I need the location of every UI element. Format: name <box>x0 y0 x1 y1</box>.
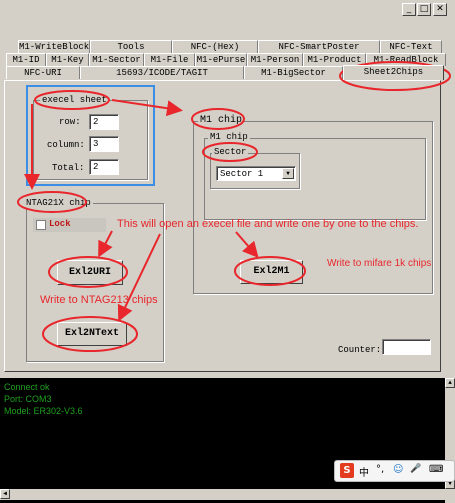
emoji-icon[interactable]: ☺ <box>393 464 403 475</box>
ellipse-excel-legend <box>34 90 110 110</box>
ellipse-m1-chip-legend <box>191 108 245 130</box>
ellipse-ntag-legend <box>17 191 87 213</box>
arrow-text-to-exl2uri <box>98 230 113 258</box>
ellipse-exl2ntext <box>42 316 138 352</box>
sogou-logo-icon[interactable]: S <box>340 463 354 478</box>
microphone-icon[interactable]: 🎤 <box>410 464 421 474</box>
arrow-excel-to-m1 <box>111 99 183 117</box>
ellipse-exl2uri <box>48 256 128 288</box>
punctuation-icon[interactable]: °, <box>376 464 384 475</box>
ime-toolbar: S 中 °, ☺ 🎤 ⌨ <box>334 460 455 482</box>
scroll-up-icon[interactable]: ▲ <box>445 378 455 388</box>
console-line: Model: ER302-V3.6 <box>4 406 83 416</box>
arrow-text-to-exl2m1 <box>235 231 259 259</box>
ellipse-sector-legend <box>202 142 258 162</box>
keyboard-icon[interactable]: ⌨ <box>429 464 443 475</box>
console-horizontal-scrollbar[interactable]: ◀ <box>0 489 445 500</box>
console-line: Port: COM3 <box>4 394 52 404</box>
console-log: Connect ok Port: COM3 Model: ER302-V3.6 <box>0 378 445 503</box>
chinese-mode-icon[interactable]: 中 <box>359 464 369 479</box>
console-line: Connect ok <box>4 382 50 392</box>
scroll-left-icon[interactable]: ◀ <box>0 489 10 499</box>
tab-sheet2chips[interactable]: Sheet2Chips <box>343 65 444 80</box>
ellipse-exl2m1 <box>234 256 306 286</box>
